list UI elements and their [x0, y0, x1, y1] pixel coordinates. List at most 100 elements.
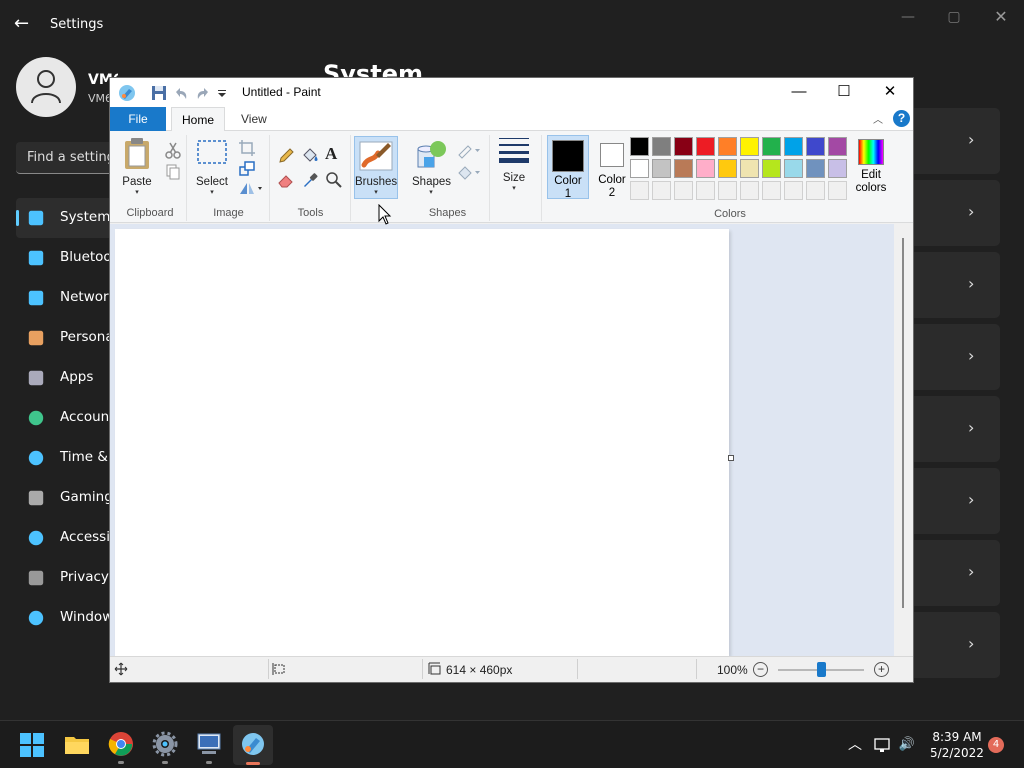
crop-icon[interactable] — [238, 139, 256, 157]
palette-color-swatch[interactable] — [784, 159, 803, 178]
color1-button[interactable]: Color 1 — [547, 135, 589, 200]
zoom-slider-thumb[interactable] — [817, 662, 826, 677]
file-explorer-icon[interactable] — [64, 731, 90, 757]
palette-color-swatch[interactable] — [828, 137, 847, 156]
sidebar-item-9[interactable]: Privacy & security — [16, 558, 116, 598]
settings-card[interactable]: › — [912, 180, 1000, 246]
palette-color-swatch[interactable] — [718, 181, 737, 200]
palette-color-swatch[interactable] — [740, 137, 759, 156]
palette-color-swatch[interactable] — [652, 181, 671, 200]
settings-search-input[interactable]: Find a setting — [16, 142, 116, 174]
palette-color-swatch[interactable] — [630, 137, 649, 156]
redo-icon[interactable] — [194, 84, 212, 102]
avatar[interactable] — [16, 57, 76, 117]
drawing-canvas[interactable] — [115, 229, 729, 656]
pencil-icon[interactable] — [277, 147, 295, 165]
sidebar-item-7[interactable]: Gaming — [16, 478, 116, 518]
sidebar-item-1[interactable]: Bluetooth & devices — [16, 238, 116, 278]
volume-icon[interactable]: 🔊 — [898, 736, 916, 754]
tab-file[interactable]: File — [110, 107, 166, 131]
palette-color-swatch[interactable] — [784, 181, 803, 200]
resize-icon[interactable] — [238, 159, 256, 177]
sidebar-item-10[interactable]: Windows Update — [16, 598, 116, 638]
paint-app-icon[interactable] — [118, 84, 136, 102]
color-picker-icon[interactable] — [301, 171, 319, 189]
network-icon[interactable] — [873, 736, 891, 754]
select-button[interactable]: Select ▾ — [194, 137, 230, 197]
fill-bucket-icon[interactable] — [301, 147, 319, 165]
sidebar-item-3[interactable]: Personalization — [16, 318, 116, 358]
settings-close-button[interactable]: ✕ — [991, 8, 1011, 26]
rotate-icon[interactable] — [238, 179, 264, 197]
copy-icon[interactable] — [164, 163, 182, 181]
sidebar-item-0[interactable]: System — [16, 198, 116, 238]
undo-icon[interactable] — [172, 84, 190, 102]
cut-icon[interactable] — [164, 141, 182, 159]
settings-gear-icon[interactable] — [152, 731, 178, 757]
palette-color-swatch[interactable] — [696, 137, 715, 156]
palette-color-swatch[interactable] — [674, 159, 693, 178]
palette-color-swatch[interactable] — [762, 137, 781, 156]
palette-color-swatch[interactable] — [674, 181, 693, 200]
back-arrow-icon[interactable]: ← — [14, 14, 34, 34]
palette-color-swatch[interactable] — [652, 137, 671, 156]
paint-titlebar[interactable]: Untitled - Paint — ☐ ✕ — [110, 78, 913, 107]
sidebar-item-5[interactable]: Accounts — [16, 398, 116, 438]
palette-color-swatch[interactable] — [630, 159, 649, 178]
brushes-button[interactable]: Brushes ▾ — [354, 136, 398, 199]
palette-color-swatch[interactable] — [762, 159, 781, 178]
size-button[interactable]: Size ▾ — [496, 133, 532, 193]
customize-quick-access-icon[interactable] — [216, 84, 228, 102]
palette-color-swatch[interactable] — [762, 181, 781, 200]
settings-card[interactable]: › — [912, 468, 1000, 534]
edit-colors-button[interactable]: Edit colors — [853, 137, 889, 195]
settings-card[interactable]: › — [912, 540, 1000, 606]
palette-color-swatch[interactable] — [828, 181, 847, 200]
canvas-area[interactable] — [110, 224, 913, 656]
palette-color-swatch[interactable] — [806, 181, 825, 200]
palette-color-swatch[interactable] — [630, 181, 649, 200]
tab-home[interactable]: Home — [171, 107, 226, 132]
palette-color-swatch[interactable] — [740, 159, 759, 178]
paste-button[interactable]: Paste ▾ — [120, 137, 154, 197]
palette-color-swatch[interactable] — [696, 159, 715, 178]
palette-color-swatch[interactable] — [652, 159, 671, 178]
chrome-icon[interactable] — [108, 731, 134, 757]
zoom-out-button[interactable]: − — [753, 662, 768, 677]
palette-color-swatch[interactable] — [806, 159, 825, 178]
start-icon[interactable] — [20, 733, 44, 757]
resize-handle[interactable] — [728, 455, 734, 461]
zoom-in-button[interactable]: + — [874, 662, 889, 677]
vertical-scrollbar[interactable] — [894, 224, 913, 656]
tray-overflow-icon[interactable]: ︿ — [846, 736, 864, 754]
paint-maximize-button[interactable]: ☐ — [829, 81, 859, 103]
settings-card[interactable]: › — [912, 396, 1000, 462]
remote-desktop-icon[interactable] — [196, 731, 222, 757]
paint-close-button[interactable]: ✕ — [875, 81, 905, 103]
sidebar-item-6[interactable]: Time & language — [16, 438, 116, 478]
magnifier-icon[interactable] — [325, 171, 343, 189]
notification-badge[interactable]: 4 — [988, 737, 1004, 753]
palette-color-swatch[interactable] — [696, 181, 715, 200]
sidebar-item-8[interactable]: Accessibility — [16, 518, 116, 558]
sidebar-item-2[interactable]: Network & internet — [16, 278, 116, 318]
settings-card[interactable]: › — [912, 108, 1000, 174]
collapse-ribbon-icon[interactable]: ︿ — [873, 111, 883, 126]
palette-color-swatch[interactable] — [718, 159, 737, 178]
paint-minimize-button[interactable]: — — [784, 81, 814, 103]
color2-button[interactable]: Color 2 — [593, 135, 631, 199]
paint-taskbar-icon[interactable] — [240, 731, 266, 757]
palette-color-swatch[interactable] — [828, 159, 847, 178]
palette-color-swatch[interactable] — [740, 181, 759, 200]
help-icon[interactable]: ? — [893, 110, 910, 127]
palette-color-swatch[interactable] — [806, 137, 825, 156]
outline-icon[interactable] — [456, 141, 482, 159]
tab-view[interactable]: View — [231, 107, 277, 132]
text-tool-icon[interactable]: A — [325, 144, 337, 164]
palette-color-swatch[interactable] — [674, 137, 693, 156]
settings-maximize-button[interactable]: ▢ — [944, 8, 964, 26]
fill-icon[interactable] — [456, 163, 482, 181]
settings-minimize-button[interactable]: — — [898, 8, 918, 26]
save-icon[interactable] — [150, 84, 168, 102]
sidebar-item-4[interactable]: Apps — [16, 358, 116, 398]
